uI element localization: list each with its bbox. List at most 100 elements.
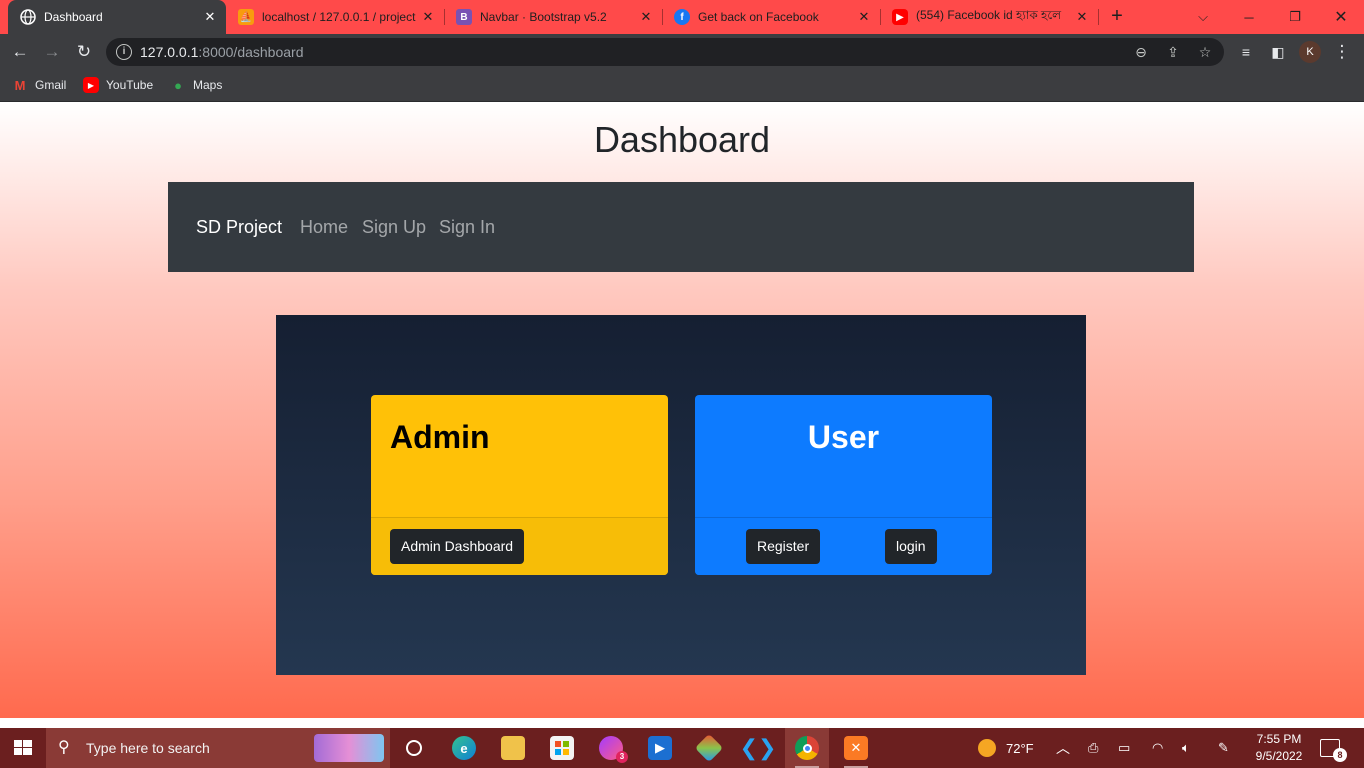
site-info-icon[interactable]: i bbox=[116, 44, 132, 60]
minimize-button[interactable]: ─ bbox=[1226, 0, 1272, 34]
tab-facebook[interactable]: f Get back on Facebook ✕ bbox=[662, 0, 880, 34]
taskbar-chrome[interactable] bbox=[785, 728, 829, 768]
taskbar-edge[interactable]: e bbox=[442, 728, 486, 768]
admin-card: Admin Admin Dashboard bbox=[371, 395, 668, 575]
windows-start-button[interactable] bbox=[0, 728, 46, 768]
weather-widget[interactable]: 72°F bbox=[978, 728, 1034, 768]
folder-icon bbox=[501, 736, 525, 760]
nav-link-home[interactable]: Home bbox=[300, 217, 348, 238]
tab-title: Get back on Facebook bbox=[698, 10, 819, 24]
close-tab-icon[interactable]: ✕ bbox=[420, 9, 436, 25]
bookmark-gmail[interactable]: M Gmail bbox=[12, 77, 67, 93]
taskbar-clock[interactable]: 7:55 PM 9/5/2022 bbox=[1250, 731, 1308, 765]
pen-workspace-icon[interactable]: ✎ bbox=[1218, 728, 1229, 768]
taskbar-vscode[interactable]: ❮❯ bbox=[736, 728, 780, 768]
tab-dashboard[interactable]: Dashboard ✕ bbox=[8, 0, 226, 34]
new-tab-button[interactable]: + bbox=[1106, 5, 1128, 27]
page-bottom-gap bbox=[0, 718, 1364, 728]
weather-temp: 72°F bbox=[1006, 740, 1034, 756]
tab-title: Dashboard bbox=[44, 10, 103, 24]
close-tab-icon[interactable]: ✕ bbox=[856, 9, 872, 25]
tab-bootstrap[interactable]: B Navbar · Bootstrap v5.2 ✕ bbox=[444, 0, 662, 34]
page-title: Dashboard bbox=[593, 119, 771, 160]
media-controls-icon[interactable]: ≡ bbox=[1234, 40, 1258, 64]
bookmark-youtube[interactable]: ▶ YouTube bbox=[83, 77, 153, 93]
notification-center-button[interactable]: 8 bbox=[1320, 728, 1347, 768]
messenger-icon: 3 bbox=[599, 736, 628, 763]
store-icon bbox=[550, 736, 574, 760]
close-tab-icon[interactable]: ✕ bbox=[202, 9, 218, 25]
bookmark-maps[interactable]: ● Maps bbox=[170, 77, 222, 93]
close-tab-icon[interactable]: ✕ bbox=[638, 9, 654, 25]
taskbar-file-explorer[interactable] bbox=[491, 728, 535, 768]
taskbar-video-editor[interactable]: ▶ bbox=[638, 728, 682, 768]
youtube-icon: ▶ bbox=[83, 77, 99, 93]
edge-icon: e bbox=[452, 736, 476, 760]
phpmyadmin-icon: ⛵ bbox=[238, 9, 254, 25]
battery-icon[interactable]: ▭ bbox=[1118, 728, 1130, 768]
bootstrap-icon: B bbox=[456, 9, 472, 25]
meet-now-icon[interactable]: ⎙ bbox=[1088, 728, 1098, 768]
taskbar-messenger[interactable]: 3 bbox=[589, 728, 633, 768]
back-arrow-icon[interactable]: ← bbox=[8, 40, 32, 64]
reload-icon[interactable]: ↻ bbox=[72, 40, 96, 64]
tab-phpmyadmin[interactable]: ⛵ localhost / 127.0.0.1 / project ✕ bbox=[226, 0, 444, 34]
close-tab-icon[interactable]: ✕ bbox=[1074, 9, 1090, 25]
vscode-icon: ❮❯ bbox=[739, 735, 777, 760]
page-content: Dashboard SD Project Home Sign Up Sign I… bbox=[0, 103, 1364, 718]
notification-badge: 8 bbox=[1333, 748, 1347, 762]
chrome-icon bbox=[795, 736, 819, 760]
taskbar-git[interactable] bbox=[687, 728, 731, 768]
login-button[interactable]: login bbox=[885, 529, 937, 564]
taskbar-xampp[interactable]: ✕ bbox=[834, 728, 878, 768]
user-card-body: User bbox=[695, 395, 992, 517]
windows-taskbar: ⚲ Type here to search e 3 ▶ ❮❯ ✕ 72°F ︿ … bbox=[0, 718, 1364, 768]
url-text[interactable]: 127.0.0.1:8000/dashboard bbox=[140, 44, 303, 60]
task-view-button[interactable] bbox=[392, 728, 436, 768]
admin-card-body: Admin bbox=[371, 395, 668, 517]
gmail-icon: M bbox=[14, 77, 26, 93]
nav-link-sign-in[interactable]: Sign In bbox=[439, 217, 495, 238]
facebook-icon: f bbox=[674, 9, 690, 25]
side-panel-icon[interactable]: ◧ bbox=[1266, 40, 1290, 64]
admin-dashboard-button[interactable]: Admin Dashboard bbox=[390, 529, 525, 564]
tab-title: Navbar · Bootstrap v5.2 bbox=[480, 10, 607, 24]
nav-link-sign-up[interactable]: Sign Up bbox=[362, 217, 426, 238]
bookmark-label: Gmail bbox=[35, 78, 67, 92]
xampp-icon: ✕ bbox=[844, 736, 868, 760]
wifi-icon[interactable]: ◠ bbox=[1152, 728, 1163, 768]
admin-card-footer: Admin Dashboard bbox=[371, 517, 668, 575]
share-icon[interactable]: ⇪ bbox=[1162, 41, 1184, 63]
user-card: User Register login bbox=[695, 395, 992, 575]
youtube-icon: ▶ bbox=[892, 9, 908, 25]
profile-avatar[interactable]: K bbox=[1299, 41, 1321, 63]
close-window-button[interactable]: ✕ bbox=[1318, 0, 1364, 34]
url-path: :8000/dashboard bbox=[198, 44, 304, 60]
search-highlight-art-icon bbox=[314, 734, 384, 762]
taskbar-search-box[interactable]: ⚲ Type here to search bbox=[46, 728, 390, 768]
tab-search-chevron-icon[interactable]: ⌵ bbox=[1180, 0, 1226, 34]
tab-separator bbox=[1098, 9, 1099, 25]
clock-date: 9/5/2022 bbox=[1255, 749, 1303, 763]
volume-icon[interactable]: 🔈︎ bbox=[1182, 728, 1190, 768]
kebab-menu-icon[interactable]: ⋮ bbox=[1330, 40, 1354, 64]
navbar-brand[interactable]: SD Project bbox=[196, 217, 282, 238]
taskbar-store[interactable] bbox=[540, 728, 584, 768]
bookmark-label: YouTube bbox=[106, 78, 154, 92]
user-card-title: User bbox=[807, 419, 880, 455]
chrome-center-icon bbox=[802, 743, 812, 753]
search-icon: ⚲ bbox=[58, 739, 70, 756]
tab-youtube[interactable]: ▶ (554) Facebook id হ্যাক হলে ✕ bbox=[880, 0, 1098, 34]
cortana-circle-icon bbox=[406, 740, 422, 756]
forward-arrow-icon[interactable]: → bbox=[40, 40, 64, 64]
register-button[interactable]: Register bbox=[746, 529, 821, 564]
clock-time: 7:55 PM bbox=[1256, 732, 1302, 746]
show-hidden-icons-chevron-icon[interactable]: ︿ bbox=[1056, 728, 1070, 768]
maps-icon: ● bbox=[174, 77, 182, 93]
zoom-icon[interactable]: ⊖ bbox=[1130, 41, 1152, 63]
navbar: SD Project Home Sign Up Sign In bbox=[168, 182, 1194, 272]
bookmark-star-icon[interactable]: ☆ bbox=[1194, 41, 1216, 63]
restore-button[interactable]: ❐ bbox=[1272, 0, 1318, 34]
tab-title: (554) Facebook id হ্যাক হলে bbox=[916, 8, 1062, 22]
address-bar[interactable]: i 127.0.0.1:8000/dashboard ⊖ ⇪ ☆ bbox=[106, 38, 1224, 66]
